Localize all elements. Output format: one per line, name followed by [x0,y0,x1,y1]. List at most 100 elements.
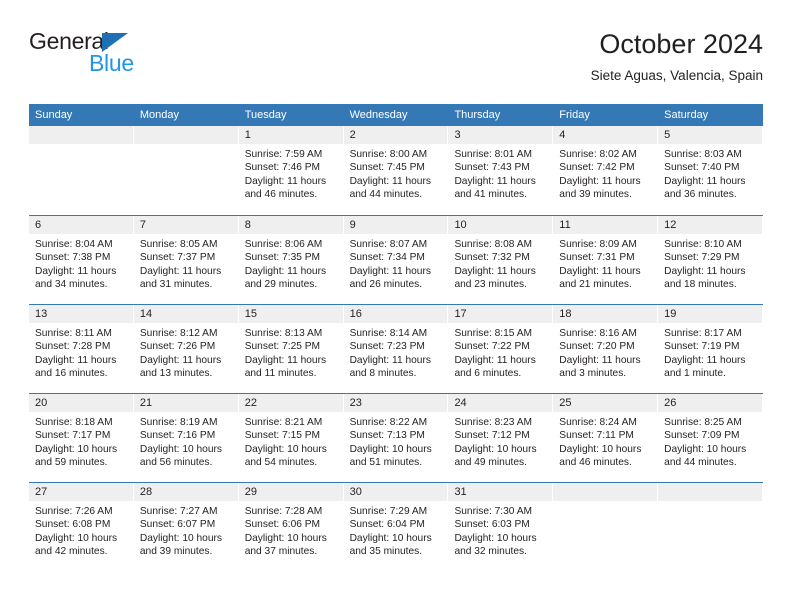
day-number: 7 [139,219,146,231]
sunset-line: Sunset: 7:29 PM [664,252,740,264]
day-number-band: 16 [343,305,449,323]
daylight-line-2: and 59 minutes. [35,456,108,468]
daylight-line-2: and 18 minutes. [664,278,737,290]
day-details: Sunrise: 8:18 AM Sunset: 7:17 PM Dayligh… [29,412,134,469]
day-number-band: 5 [658,126,764,144]
day-number: 19 [664,308,677,320]
day-number-band [133,126,239,144]
weekday-header-friday: Friday [559,109,590,121]
sunrise-line: Sunrise: 8:08 AM [454,239,533,250]
daylight-line-2: and 6 minutes. [454,367,522,379]
day-cell[interactable]: 7 Sunrise: 8:05 AM Sunset: 7:37 PM Dayli… [133,216,239,304]
day-cell[interactable]: 9 Sunrise: 8:07 AM Sunset: 7:34 PM Dayli… [343,216,449,304]
sunrise-line: Sunrise: 8:19 AM [139,417,218,428]
day-details: Sunrise: 8:02 AM Sunset: 7:42 PM Dayligh… [553,144,658,201]
daylight-line-2: and 39 minutes. [139,545,213,557]
day-number: 26 [664,397,677,409]
day-number-band: 3 [448,126,554,144]
sunset-line: Sunset: 7:11 PM [559,430,634,442]
day-number: 29 [244,486,257,498]
generalblue-logo[interactable]: General Blue [29,28,159,84]
day-cell[interactable]: 2 Sunrise: 8:00 AM Sunset: 7:45 PM Dayli… [343,126,449,215]
day-cell[interactable]: 27 Sunrise: 7:26 AM Sunset: 6:08 PM Dayl… [29,483,134,571]
daylight-line-1: Daylight: 11 hours [349,175,431,187]
daylight-line-1: Daylight: 11 hours [35,265,117,277]
day-cell[interactable]: 1 Sunrise: 7:59 AM Sunset: 7:46 PM Dayli… [238,126,344,215]
day-cell[interactable]: 3 Sunrise: 8:01 AM Sunset: 7:43 PM Dayli… [448,126,554,215]
day-number: 9 [349,219,356,231]
sunset-line: Sunset: 7:20 PM [559,341,635,353]
day-cell[interactable]: 21 Sunrise: 8:19 AM Sunset: 7:16 PM Dayl… [133,394,239,482]
day-number-band: 28 [133,483,239,501]
day-number-band: 15 [238,305,344,323]
sunset-line: Sunset: 7:45 PM [349,162,425,174]
day-details: Sunrise: 8:25 AM Sunset: 7:09 PM Dayligh… [658,412,763,469]
day-number: 27 [35,486,48,498]
day-cell[interactable]: 26 Sunrise: 8:25 AM Sunset: 7:09 PM Dayl… [658,394,764,482]
day-number-band: 22 [238,394,344,412]
day-cell[interactable]: 14 Sunrise: 8:12 AM Sunset: 7:26 PM Dayl… [133,305,239,393]
day-details: Sunrise: 8:22 AM Sunset: 7:13 PM Dayligh… [344,412,449,469]
day-cell[interactable]: 20 Sunrise: 8:18 AM Sunset: 7:17 PM Dayl… [29,394,134,482]
daylight-line-1: Daylight: 11 hours [559,354,641,366]
sunset-line: Sunset: 7:42 PM [559,162,635,174]
sunset-line: Sunset: 7:38 PM [35,252,111,264]
day-number: 2 [349,129,356,141]
daylight-line-1: Daylight: 10 hours [349,532,432,544]
day-cell[interactable]: 25 Sunrise: 8:24 AM Sunset: 7:11 PM Dayl… [553,394,659,482]
day-cell[interactable]: 5 Sunrise: 8:03 AM Sunset: 7:40 PM Dayli… [658,126,764,215]
day-cell[interactable]: 19 Sunrise: 8:17 AM Sunset: 7:19 PM Dayl… [658,305,764,393]
sunrise-line: Sunrise: 8:24 AM [559,417,637,428]
day-number-band: 25 [553,394,659,412]
day-details: Sunrise: 8:06 AM Sunset: 7:35 PM Dayligh… [239,234,344,291]
daylight-line-1: Daylight: 10 hours [139,443,222,455]
day-cell[interactable]: 17 Sunrise: 8:15 AM Sunset: 7:22 PM Dayl… [448,305,554,393]
day-number: 1 [244,129,251,141]
day-number-band: 9 [343,216,449,234]
day-number: 16 [349,308,362,320]
sunrise-line: Sunrise: 8:00 AM [349,149,428,160]
day-cell[interactable]: 24 Sunrise: 8:23 AM Sunset: 7:12 PM Dayl… [448,394,554,482]
day-cell[interactable]: 12 Sunrise: 8:10 AM Sunset: 7:29 PM Dayl… [658,216,764,304]
day-cell[interactable]: 22 Sunrise: 8:21 AM Sunset: 7:15 PM Dayl… [238,394,344,482]
sunset-line: Sunset: 7:34 PM [349,252,425,264]
day-cell[interactable]: 10 Sunrise: 8:08 AM Sunset: 7:32 PM Dayl… [448,216,554,304]
day-cell[interactable]: 18 Sunrise: 8:16 AM Sunset: 7:20 PM Dayl… [553,305,659,393]
day-cell[interactable]: 23 Sunrise: 8:22 AM Sunset: 7:13 PM Dayl… [343,394,449,482]
day-cell[interactable]: 15 Sunrise: 8:13 AM Sunset: 7:25 PM Dayl… [238,305,344,393]
daylight-line-1: Daylight: 11 hours [139,265,222,277]
day-cell[interactable]: 11 Sunrise: 8:09 AM Sunset: 7:31 PM Dayl… [553,216,659,304]
day-number: 13 [35,308,48,320]
day-details: Sunrise: 7:27 AM Sunset: 6:07 PM Dayligh… [134,501,239,558]
day-cell[interactable]: 8 Sunrise: 8:06 AM Sunset: 7:35 PM Dayli… [238,216,344,304]
day-number-band: 1 [238,126,344,144]
daylight-line-2: and 44 minutes. [349,188,423,200]
day-details: Sunrise: 8:09 AM Sunset: 7:31 PM Dayligh… [553,234,658,291]
week-row: 1 Sunrise: 7:59 AM Sunset: 7:46 PM Dayli… [29,126,764,215]
day-number: 8 [244,219,251,231]
day-details: Sunrise: 8:10 AM Sunset: 7:29 PM Dayligh… [658,234,763,291]
day-cell[interactable]: 4 Sunrise: 8:02 AM Sunset: 7:42 PM Dayli… [553,126,659,215]
day-cell[interactable]: 28 Sunrise: 7:27 AM Sunset: 6:07 PM Dayl… [133,483,239,571]
weekday-header-saturday: Saturday [664,109,709,121]
week-row: 27 Sunrise: 7:26 AM Sunset: 6:08 PM Dayl… [29,482,764,571]
day-number-band [658,483,764,501]
day-cell[interactable]: 13 Sunrise: 8:11 AM Sunset: 7:28 PM Dayl… [29,305,134,393]
day-number-band: 2 [343,126,449,144]
day-cell[interactable]: 6 Sunrise: 8:04 AM Sunset: 7:38 PM Dayli… [29,216,134,304]
daylight-line-1: Daylight: 11 hours [349,354,431,366]
day-cell[interactable]: 31 Sunrise: 7:30 AM Sunset: 6:03 PM Dayl… [448,483,554,571]
day-cell[interactable]: 29 Sunrise: 7:28 AM Sunset: 6:06 PM Dayl… [238,483,344,571]
sunrise-line: Sunrise: 8:04 AM [35,239,113,250]
daylight-line-2: and 16 minutes. [35,367,108,379]
day-details: Sunrise: 8:01 AM Sunset: 7:43 PM Dayligh… [448,144,553,201]
sunset-line: Sunset: 7:25 PM [244,341,321,353]
day-cell[interactable]: 16 Sunrise: 8:14 AM Sunset: 7:23 PM Dayl… [343,305,449,393]
sunset-line: Sunset: 7:19 PM [664,341,740,353]
day-details: Sunrise: 8:16 AM Sunset: 7:20 PM Dayligh… [553,323,658,380]
daylight-line-1: Daylight: 11 hours [664,354,746,366]
daylight-line-2: and 32 minutes. [454,545,527,557]
day-cell[interactable]: 30 Sunrise: 7:29 AM Sunset: 6:04 PM Dayl… [343,483,449,571]
day-number-band: 31 [448,483,554,501]
day-cell [29,126,134,215]
